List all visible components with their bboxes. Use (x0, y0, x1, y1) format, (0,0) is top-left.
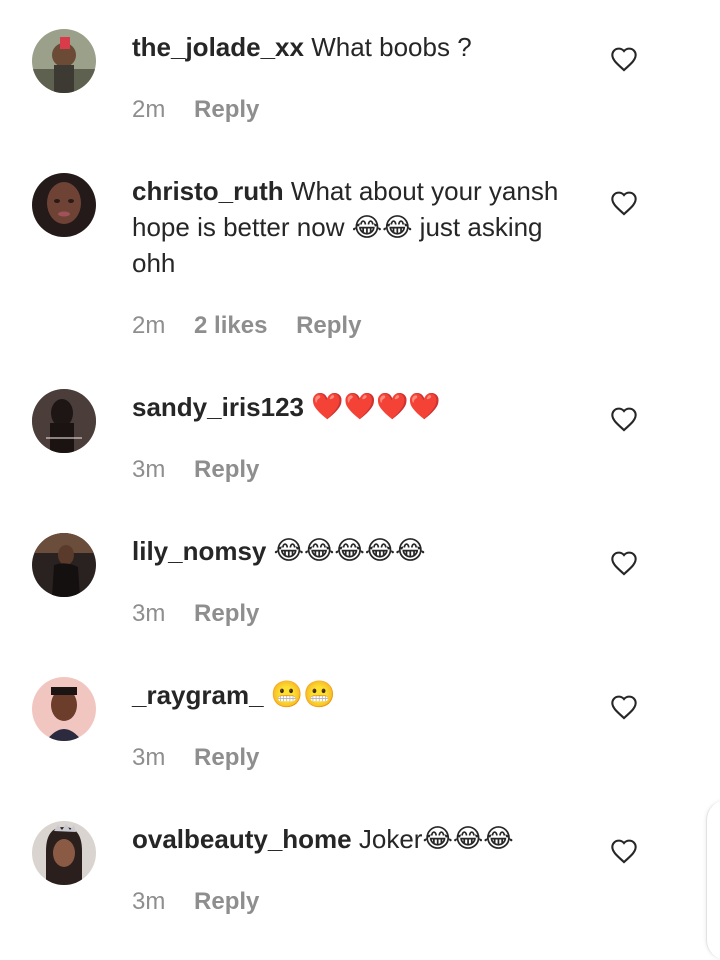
side-panel-edge (706, 800, 720, 960)
avatar[interactable] (32, 821, 96, 885)
avatar[interactable] (32, 173, 96, 237)
heart-outline-icon[interactable] (610, 838, 638, 864)
comment-username[interactable]: _raygram_ (132, 680, 264, 710)
comment-username[interactable]: christo_ruth (132, 176, 284, 206)
comment-time: 3m (132, 888, 166, 915)
comment-username[interactable]: ovalbeauty_home (132, 824, 352, 854)
comment-emoji: 😬😬 (270, 680, 336, 710)
comment-emoji: 😂😂😂😂😂 (273, 536, 426, 566)
reply-button[interactable]: Reply (194, 96, 259, 123)
comment-body: the_jolade_xx What boobs ? (132, 29, 592, 65)
heart-outline-icon[interactable] (610, 190, 638, 216)
avatar[interactable] (32, 389, 96, 453)
heart-outline-icon[interactable] (610, 46, 638, 72)
avatar[interactable] (32, 29, 96, 93)
comment-meta: 3m Reply (132, 887, 281, 917)
comment-text: Joker (358, 824, 423, 854)
reply-button[interactable]: Reply (194, 600, 259, 627)
comment-body: christo_ruth What about your yansh hope … (132, 173, 592, 281)
comment-time: 3m (132, 744, 166, 771)
comment-time: 3m (132, 600, 166, 627)
reply-button[interactable]: Reply (194, 888, 259, 915)
heart-outline-icon[interactable] (610, 550, 638, 576)
comment-body: sandy_iris123 ❤️❤️❤️❤️ (132, 389, 592, 425)
comment-emoji: 😂😂😂 (422, 824, 514, 854)
heart-outline-icon[interactable] (610, 406, 638, 432)
comment-emoji: ❤️❤️❤️❤️ (311, 392, 441, 422)
comment-time: 2m (132, 96, 166, 123)
comment-username[interactable]: lily_nomsy (132, 536, 266, 566)
avatar[interactable] (32, 533, 96, 597)
reply-button[interactable]: Reply (194, 456, 259, 483)
comment-body: _raygram_ 😬😬 (132, 677, 592, 713)
heart-outline-icon[interactable] (610, 694, 638, 720)
comment-body: ovalbeauty_home Joker😂😂😂 (132, 821, 592, 857)
comment-meta: 3m Reply (132, 599, 281, 629)
reply-button[interactable]: Reply (296, 312, 361, 339)
comment-username[interactable]: sandy_iris123 (132, 392, 304, 422)
comment-username[interactable]: the_jolade_xx (132, 32, 304, 62)
comment-meta: 2m Reply (132, 95, 281, 125)
reply-button[interactable]: Reply (194, 744, 259, 771)
comment-text: What boobs ? (311, 32, 472, 62)
comment-time: 3m (132, 456, 166, 483)
likes-count[interactable]: 2 likes (194, 312, 267, 339)
comment-meta: 2m 2 likes Reply (132, 311, 383, 341)
comment-time: 2m (132, 312, 166, 339)
comment-meta: 3m Reply (132, 455, 281, 485)
comment-meta: 3m Reply (132, 743, 281, 773)
comment-body: lily_nomsy 😂😂😂😂😂 (132, 533, 592, 569)
avatar[interactable] (32, 677, 96, 741)
